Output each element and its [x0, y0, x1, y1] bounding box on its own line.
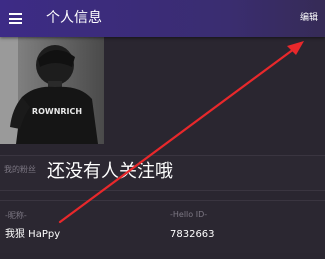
nickname-value: 我狠 HaPpy: [5, 229, 61, 240]
app-bar: 个人信息 编辑: [0, 0, 325, 37]
nickname-label: -昵称-: [5, 211, 27, 220]
edit-button[interactable]: 编辑: [300, 12, 318, 24]
followers-row[interactable]: 我的粉丝 还没有人关注哦: [0, 155, 325, 191]
info-row: -昵称- 我狠 HaPpy -Hello ID- 7832663: [0, 200, 325, 253]
helloid-label: -Hello ID-: [170, 210, 208, 219]
avatar[interactable]: ROWNRICH: [0, 37, 104, 144]
hamburger-menu-icon[interactable]: [9, 13, 22, 24]
followers-label: 我的粉丝: [4, 165, 36, 174]
avatar-photo: ROWNRICH: [0, 37, 104, 144]
page-title: 个人信息: [46, 10, 102, 26]
avatar-shirt-text: ROWNRICH: [32, 107, 82, 116]
followers-value: 还没有人关注哦: [47, 161, 173, 182]
helloid-value: 7832663: [170, 229, 215, 240]
